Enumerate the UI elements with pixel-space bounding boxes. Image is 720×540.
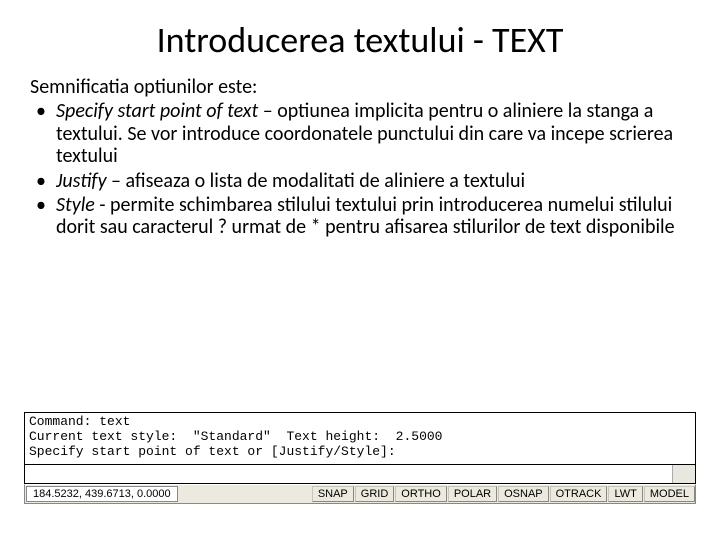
ortho-toggle[interactable]: ORTHO (395, 486, 447, 502)
lwt-toggle[interactable]: LWT (608, 486, 642, 502)
bullet-list: Specify start point of text – optiunea i… (30, 100, 690, 238)
list-item: Style - permite schimbarea stilului text… (30, 194, 690, 239)
option-desc: - permite schimbarea stilului textului p… (56, 193, 675, 239)
status-bar: 184.5232, 439.6713, 0.0000 SNAP GRID ORT… (24, 484, 696, 504)
command-history: Command: text Current text style: "Stand… (24, 412, 696, 464)
model-toggle[interactable]: MODEL (644, 486, 695, 502)
command-input[interactable] (24, 464, 696, 484)
cmd-line: Command: text (29, 414, 130, 429)
option-name: Specify start point of text (56, 99, 258, 123)
grid-toggle[interactable]: GRID (355, 486, 395, 502)
intro-text: Semnificatia optiunilor este: (30, 76, 690, 98)
list-item: Justify – afiseaza o lista de modalitati… (30, 170, 690, 192)
cmd-line: Specify start point of text or [Justify/… (29, 444, 396, 459)
cmd-line: Current text style: "Standard" Text heig… (29, 429, 442, 444)
autocad-panel: Command: text Current text style: "Stand… (24, 412, 696, 504)
snap-toggle[interactable]: SNAP (312, 486, 354, 502)
option-desc: – afiseaza o lista de modalitati de alin… (107, 169, 526, 193)
coordinates-display: 184.5232, 439.6713, 0.0000 (26, 486, 178, 502)
osnap-toggle[interactable]: OSNAP (498, 486, 549, 502)
option-name: Justify (56, 169, 107, 193)
list-item: Specify start point of text – optiunea i… (30, 100, 690, 167)
option-name: Style (56, 193, 99, 217)
polar-toggle[interactable]: POLAR (448, 486, 497, 502)
page-title: Introducerea textului - TEXT (30, 18, 690, 62)
otrack-toggle[interactable]: OTRACK (550, 486, 608, 502)
